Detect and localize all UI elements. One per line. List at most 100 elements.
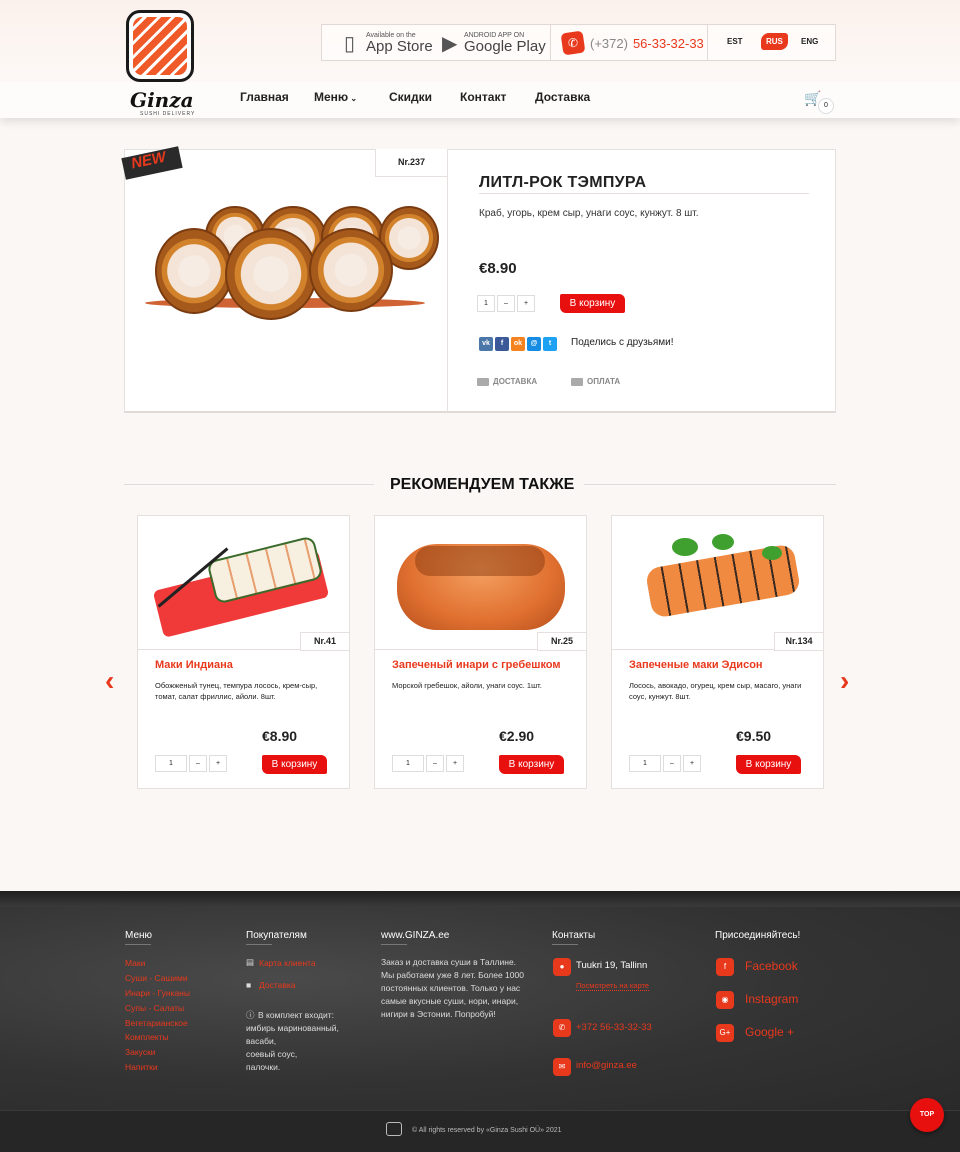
footer-menu-item[interactable]: Закуски <box>125 1047 156 1057</box>
qty-value[interactable]: 1 <box>477 295 495 312</box>
truck-icon <box>477 377 489 386</box>
footer-delivery-link[interactable]: Доставка <box>259 980 296 990</box>
recommended-name[interactable]: Запеченый инари с гребешком <box>392 659 561 671</box>
phone-device-icon: ▯ <box>344 32 356 55</box>
payment-link[interactable]: ОПЛАТА <box>571 377 620 386</box>
qty-minus[interactable]: – <box>189 755 207 772</box>
recommended-card[interactable]: Nr.41 Маки Индиана Обожженый тунец, темп… <box>137 515 350 789</box>
footer-contacts-title: Контакты <box>552 930 596 941</box>
footer-menu-item[interactable]: Комплекты <box>125 1032 169 1042</box>
qty-minus[interactable]: – <box>663 755 681 772</box>
site-text-line: постоянных клиентов. Только у нас <box>381 983 521 993</box>
site-text-line: Мы работаем уже 8 лет. Более 1000 <box>381 970 524 980</box>
instagram-link[interactable]: Instagram <box>745 992 798 1006</box>
product-nr: Nr.237 <box>375 149 448 177</box>
footer-email[interactable]: info@ginza.ee <box>576 1060 637 1071</box>
recommended-image <box>375 516 586 650</box>
delivery-label: ДОСТАВКА <box>493 377 538 386</box>
cart-button[interactable]: 🛒 0 <box>804 90 834 114</box>
recommended-name[interactable]: Запеченые маки Эдисон <box>629 659 763 671</box>
kit-item: васаби, <box>246 1036 277 1046</box>
copyright: © All rights reserved by «Ginza Sushi OÜ… <box>412 1127 562 1134</box>
phone-code: (+372) <box>590 35 628 51</box>
facebook-link[interactable]: Facebook <box>745 959 798 973</box>
recommended-qty: 1 – + <box>392 755 466 772</box>
logo-wordmark: Ginza <box>130 88 194 112</box>
recommended-name[interactable]: Маки Индиана <box>155 659 233 671</box>
footer-address: Tuukri 19, Tallinn <box>576 960 648 971</box>
lang-eng[interactable]: ENG <box>801 37 818 46</box>
google-play-link[interactable]: ▶ ANDROID APP ON Google Play <box>442 30 546 56</box>
qty-value[interactable]: 1 <box>629 755 661 772</box>
qty-value[interactable]: 1 <box>155 755 187 772</box>
product-title: ЛИТЛ-РОК ТЭМПУРА <box>479 174 647 191</box>
twitter-icon[interactable]: t <box>543 337 557 351</box>
recommended-image <box>612 516 823 650</box>
product-price: €8.90 <box>479 260 517 277</box>
mailru-icon[interactable]: @ <box>527 337 541 351</box>
header-phone[interactable]: ✆ (+372) 56-33-32-33 <box>560 30 704 56</box>
kit-item: палочки. <box>246 1062 281 1072</box>
footer-menu-item[interactable]: Суши - Сашими <box>125 973 188 983</box>
googleplay-big: Google Play <box>464 38 546 55</box>
qty-minus[interactable]: – <box>426 755 444 772</box>
site-logo[interactable]: Ginza SUSHI DELIVERY <box>124 8 208 117</box>
google-plus-icon: G+ <box>716 1024 734 1042</box>
qty-plus[interactable]: + <box>209 755 227 772</box>
scroll-to-top-button[interactable]: TOP <box>910 1098 944 1132</box>
footer-menu-item[interactable]: Инари - Гунканы <box>125 988 190 998</box>
map-link[interactable]: Посмотреть на карте <box>576 981 649 991</box>
site-text-line: Заказ и доставка суши в Таллине. <box>381 957 517 967</box>
nav-home[interactable]: Главная <box>240 90 289 104</box>
footer-phone[interactable]: +372 56-33-32-33 <box>576 1022 652 1033</box>
facebook-icon: f <box>716 958 734 976</box>
footer-site-title: www.GINZA.ee <box>381 930 450 941</box>
carousel-prev-icon[interactable]: ‹ <box>105 665 114 697</box>
odnoklassniki-icon[interactable]: ok <box>511 337 525 351</box>
footer-menu-item[interactable]: Маки <box>125 958 145 968</box>
facebook-icon[interactable]: f <box>495 337 509 351</box>
qty-plus[interactable]: + <box>446 755 464 772</box>
recommended-card[interactable]: Nr.25 Запеченый инари с гребешком Морско… <box>374 515 587 789</box>
footer-join-title: Присоединяйтесь! <box>715 930 801 941</box>
recommended-card[interactable]: Nr.134 Запеченые маки Эдисон Лосось, аво… <box>611 515 824 789</box>
qty-minus[interactable]: – <box>497 295 515 312</box>
qty-value[interactable]: 1 <box>392 755 424 772</box>
add-to-cart-button[interactable]: В корзину <box>560 294 625 313</box>
recommended-nr: Nr.41 <box>300 632 350 651</box>
kit-title: В комплект входит: <box>258 1010 334 1020</box>
qty-plus[interactable]: + <box>517 295 535 312</box>
vk-icon[interactable]: vk <box>479 337 493 351</box>
recommended-price: €9.50 <box>736 728 772 744</box>
carousel-next-icon[interactable]: › <box>840 665 849 697</box>
share-icons: vk f ok @ t <box>479 337 559 351</box>
client-card-link[interactable]: Карта клиента <box>259 958 316 968</box>
footer-menu-item[interactable]: Супы - Салаты <box>125 1003 184 1013</box>
lang-rus[interactable]: RUS <box>761 33 788 50</box>
mail-icon: ✉ <box>553 1058 571 1076</box>
salmon-logo-icon <box>126 10 194 82</box>
nav-discounts[interactable]: Скидки <box>389 90 432 104</box>
nav-menu[interactable]: Меню ⌄ <box>314 90 357 104</box>
add-to-cart-button[interactable]: В корзину <box>262 755 327 774</box>
kit-item: имбирь маринованный, <box>246 1023 339 1033</box>
recommended-title: РЕКОМЕНДУЕМ ТАКЖЕ <box>390 476 575 493</box>
footer-menu-item[interactable]: Вегетарианское <box>125 1018 188 1028</box>
google-plus-link[interactable]: Google + <box>745 1025 794 1039</box>
add-to-cart-button[interactable]: В корзину <box>736 755 801 774</box>
qty-plus[interactable]: + <box>683 755 701 772</box>
lang-est[interactable]: EST <box>727 37 743 46</box>
nav-delivery[interactable]: Доставка <box>535 90 590 104</box>
recommended-nr: Nr.134 <box>774 632 824 651</box>
delivery-link[interactable]: ДОСТАВКА <box>477 377 537 386</box>
recommended-description: Лосось, авокадо, огурец, крем сыр, масаг… <box>629 681 802 701</box>
footer-menu-item[interactable]: Напитки <box>125 1062 158 1072</box>
app-store-link[interactable]: ▯ Available on the App Store <box>344 30 433 56</box>
recommended-description: Обожженый тунец, темпура лосось, крем-сы… <box>155 681 318 701</box>
share-text: Поделись с друзьями! <box>571 337 674 348</box>
location-pin-icon: ● <box>553 958 571 976</box>
nav-contact[interactable]: Контакт <box>460 90 506 104</box>
add-to-cart-button[interactable]: В корзину <box>499 755 564 774</box>
info-icon: ⓘ <box>246 1010 255 1020</box>
site-text-line: нигири в Эстонии. Попробуй! <box>381 1009 496 1019</box>
